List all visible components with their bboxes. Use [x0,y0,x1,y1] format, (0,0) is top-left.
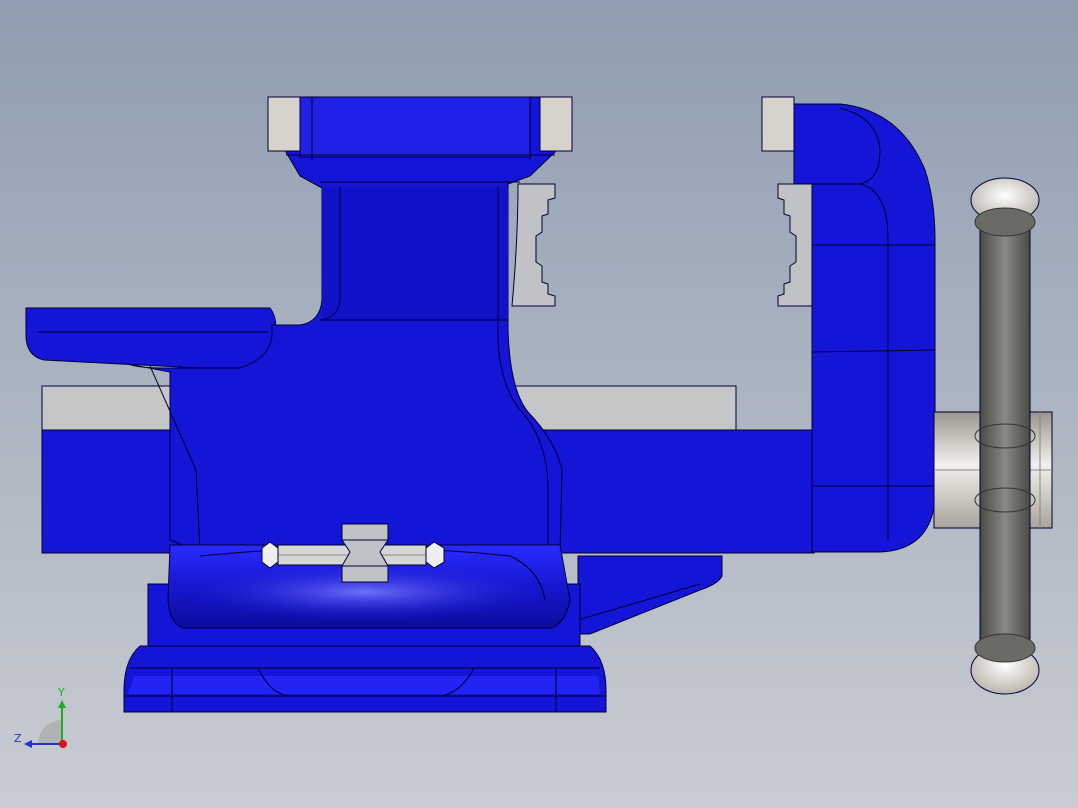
triad-x-dot [59,740,67,748]
base-highlight [128,676,600,694]
rear-jaw-neck [322,188,508,320]
vise-model-view[interactable] [0,0,1078,808]
rear-jaw-insert-right [539,96,573,152]
front-jaw-insert [761,96,795,152]
front-jaw-body [793,103,936,553]
triad-y-label: Y [58,686,65,699]
triad-z-label: Z [14,732,22,745]
rear-jaw-insert-left [267,96,301,152]
handle-bar [979,203,1031,675]
rear-jaw-head [299,96,531,158]
cad-viewport[interactable]: Y Z [0,0,1078,808]
anvil-platform [25,307,277,371]
